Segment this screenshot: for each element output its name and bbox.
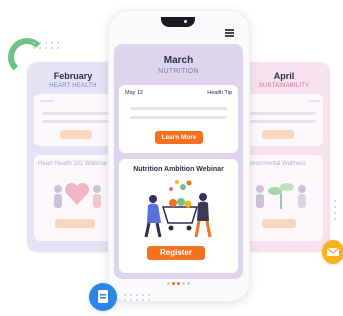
tip-placeholder-card [238,94,323,146]
dot-column-decoration [334,200,337,220]
learn-more-button[interactable]: Learn More [155,131,203,144]
webinar-preview-card: Heart Health 101 Webinar [34,155,119,241]
webinar-title: Nutrition Ambition Webinar [133,166,224,173]
register-button[interactable]: Register [147,246,205,260]
tip-date: May 12 [125,90,144,96]
health-tip-card: May 12 Health Tip Learn More [119,85,238,153]
carousel-indicator [167,282,190,285]
month-label: March [163,55,194,66]
webinar-title: Heart Health 101 Webinar [38,161,108,167]
hamburger-menu-icon[interactable] [225,29,234,37]
webinar-card: Nutrition Ambition Webinar Register [119,159,238,273]
topic-label: SUSTAINABILITY [258,83,310,89]
april-card[interactable]: April SUSTAINABILITY Environmental Welln… [238,62,330,252]
document-icon[interactable] [89,283,117,311]
webinar-title: Environmental Wellness [242,161,307,167]
dot-grid-decoration [33,42,60,49]
topic-label: HEART HEALTH [49,83,97,89]
phone-notch [161,17,195,27]
march-card[interactable]: March NUTRITION May 12 Health Tip Learn … [114,44,243,279]
topic-label: NUTRITION [158,68,199,75]
dot-grid-decoration [124,294,151,301]
mail-icon[interactable] [322,240,343,264]
month-label: February [53,71,93,81]
camera-dot [184,20,187,23]
phone-frame: March NUTRITION May 12 Health Tip Learn … [108,10,250,302]
month-label: April [273,71,295,81]
tip-label: Health Tip [207,90,232,96]
plant-illustration [256,183,306,209]
tip-placeholder-card [34,94,119,146]
heart-illustration [54,182,101,208]
webinar-preview-card: Environmental Wellness [238,155,323,241]
shopping-cart-illustration [144,180,212,238]
february-card[interactable]: February HEART HEALTH Heart Health 101 W… [27,62,119,252]
tip-text-line [130,107,227,110]
tip-text-line [130,116,227,119]
